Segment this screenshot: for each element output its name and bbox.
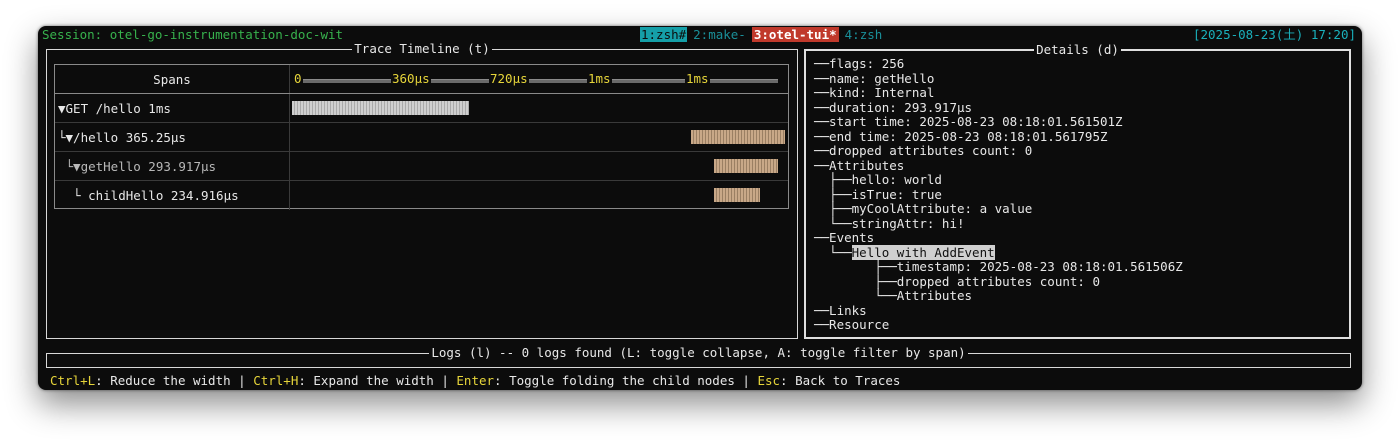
column-divider: [289, 152, 290, 180]
span-bar: [713, 188, 761, 202]
tree-node-event-attributes[interactable]: └──Attributes: [814, 288, 1183, 304]
timeline-axis: 0 360µs 720µs 1ms 1ms: [293, 71, 778, 87]
span-row[interactable]: └ childHello 234.916µs: [55, 181, 788, 210]
tree-node-links[interactable]: ──Links: [814, 303, 1183, 319]
column-divider: [289, 94, 290, 122]
tree-line-attribute[interactable]: ├──isTrue: true: [814, 187, 1183, 203]
span-table-header: Spans 0 360µs 720µs 1ms 1ms: [55, 65, 788, 94]
tmux-tab-3[interactable]: 3:otel-tui*: [751, 27, 839, 42]
selected-event-node[interactable]: Hello with AddEvent: [851, 244, 995, 260]
tree-node-events[interactable]: ──Events: [814, 230, 1183, 246]
key-hint-desc: : Toggle folding the child nodes: [494, 373, 735, 388]
tree-node-event[interactable]: └──Hello with AddEvent: [814, 244, 1183, 261]
span-row[interactable]: └▼/hello 365.25µs: [55, 123, 788, 152]
key-hint: Ctrl+L: [50, 373, 96, 388]
trace-timeline-panel[interactable]: Trace Timeline (t) Spans 0 360µs 720µs 1…: [46, 41, 798, 339]
span-table[interactable]: Spans 0 360µs 720µs 1ms 1ms ▼GET /hello …: [54, 64, 789, 210]
tmux-tab-4[interactable]: 4:zsh: [845, 27, 883, 42]
tree-line-event-timestamp[interactable]: ├──timestamp: 2025-08-23 08:18:01.561506…: [814, 259, 1183, 275]
span-row[interactable]: ▼GET /hello 1ms: [55, 94, 788, 123]
tree-line-flags[interactable]: ──flags: 256: [814, 56, 1183, 72]
tree-line-name[interactable]: ──name: getHello: [814, 71, 1183, 87]
tree-line-end-time[interactable]: ──end time: 2025-08-23 08:18:01.561795Z: [814, 129, 1183, 145]
tree-line-kind[interactable]: ──kind: Internal: [814, 85, 1183, 101]
tree-line-attribute[interactable]: ├──hello: world: [814, 172, 1183, 188]
axis-tick-label: 1ms: [685, 71, 710, 87]
tree-node-resource[interactable]: ──Resource: [814, 317, 1183, 333]
axis-tick-label: 0: [293, 71, 303, 87]
tree-line-attribute[interactable]: └──stringAttr: hi!: [814, 216, 1183, 232]
tree-line-dropped-attributes[interactable]: ──dropped attributes count: 0: [814, 143, 1183, 159]
column-divider: [289, 65, 290, 93]
axis-tick-label: 1ms: [587, 71, 612, 87]
tree-branch: └──: [814, 244, 852, 260]
span-label: └ childHello 234.916µs: [58, 188, 239, 203]
key-hint: Enter: [456, 373, 495, 388]
axis-tick-label: 720µs: [489, 71, 529, 87]
span-bar: [691, 130, 785, 144]
key-hint-desc: : Reduce the width: [95, 373, 231, 388]
tmux-tab-1[interactable]: 1:zsh#: [640, 27, 688, 42]
logs-title: Logs (l) -- 0 logs found (L: toggle coll…: [429, 345, 968, 360]
tree-line-attribute[interactable]: ├──myCoolAttribute: a value: [814, 201, 1183, 217]
tmux-tab-2[interactable]: 2:make-: [693, 27, 746, 42]
keybinding-help-bar: Ctrl+L: Reduce the width | Ctrl+H: Expan…: [50, 373, 901, 388]
key-hint-desc: : Back to Traces: [780, 373, 901, 388]
tree-line-event-dropped-attributes[interactable]: ├──dropped attributes count: 0: [814, 274, 1183, 290]
span-bar: [292, 101, 470, 115]
key-hint-desc: : Expand the width: [298, 373, 434, 388]
tree-line-duration[interactable]: ──duration: 293.917µs: [814, 100, 1183, 116]
key-hint: Ctrl+H: [253, 373, 299, 388]
span-label: ▼GET /hello 1ms: [58, 101, 171, 116]
trace-timeline-title: Trace Timeline (t): [352, 41, 492, 56]
tree-node-attributes[interactable]: ──Attributes: [814, 158, 1183, 174]
column-divider: [289, 123, 290, 151]
span-label: └▼/hello 365.25µs: [58, 130, 186, 145]
key-hint: Esc: [757, 373, 781, 388]
details-panel[interactable]: Details (d) ──flags: 256 ──name: getHello…: [804, 42, 1351, 339]
terminal-window: Session: otel-go-instrumentation-doc-wit…: [38, 26, 1362, 390]
tree-line-start-time[interactable]: ──start time: 2025-08-23 08:18:01.561501…: [814, 114, 1183, 130]
column-divider: [289, 181, 290, 210]
logs-panel[interactable]: Logs (l) -- 0 logs found (L: toggle coll…: [46, 345, 1351, 368]
span-label: └▼getHello 293.917µs: [58, 159, 217, 174]
spans-column-header: Spans: [153, 72, 191, 87]
span-bar: [713, 159, 778, 173]
details-tree[interactable]: ──flags: 256 ──name: getHello ──kind: Inte…: [814, 56, 1183, 333]
span-row[interactable]: └▼getHello 293.917µs: [55, 152, 788, 181]
axis-tick-label: 360µs: [391, 71, 431, 87]
